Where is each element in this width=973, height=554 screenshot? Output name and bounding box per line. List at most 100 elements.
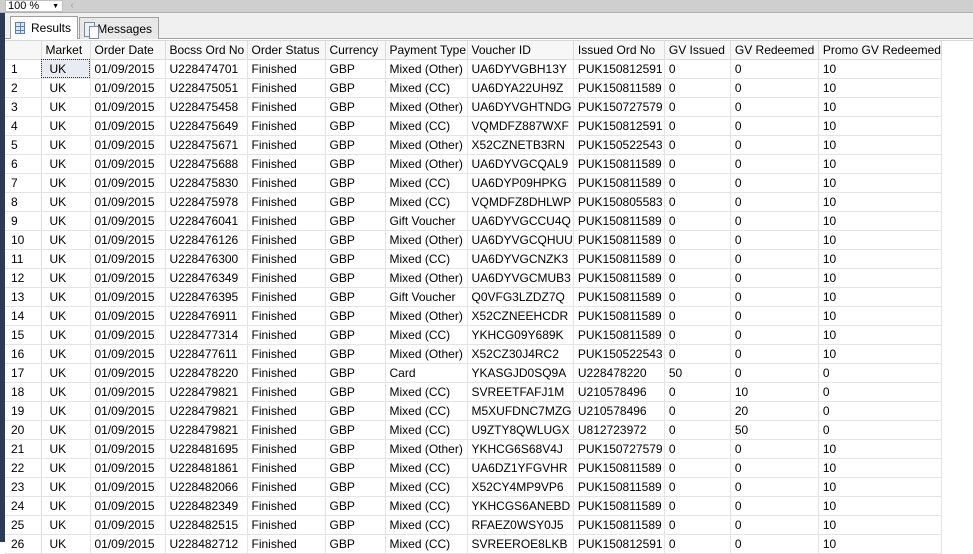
cell-issued-ord-no[interactable]: PUK150811589 [573,306,665,326]
table-row[interactable]: 9 UK 01/09/2015 U228476041 Finished GBP Gift V… [5,211,942,231]
cell-promo-gv-redeemed[interactable]: 10 [818,135,942,155]
cell-currency[interactable]: GBP [325,534,386,554]
column-header-bocss-ord-no[interactable]: Bocss Ord No [165,41,248,60]
cell-currency[interactable]: GBP [325,515,386,535]
cell-payment-type[interactable]: Mixed (Other) [385,306,468,326]
cell-gv-redeemed[interactable]: 0 [730,439,819,459]
cell-gv-issued[interactable]: 0 [664,173,731,193]
cell-order-status[interactable]: Finished [247,173,326,193]
column-header-promo-gv-redeemed[interactable]: Promo GV Redeemed [818,41,942,60]
cell-bocss-ord-no[interactable]: U228475688 [165,154,248,174]
cell-order-status[interactable]: Finished [247,515,326,535]
row-number[interactable]: 15 [5,325,42,345]
row-number[interactable]: 19 [5,401,42,421]
cell-order-date[interactable]: 01/09/2015 [90,192,166,212]
cell-gv-redeemed[interactable]: 0 [730,268,819,288]
cell-bocss-ord-no[interactable]: U228482066 [165,477,248,497]
table-row[interactable]: 7 UK 01/09/2015 U228475830 Finished GBP Mixed … [5,173,942,193]
cell-issued-ord-no[interactable]: PUK150811589 [573,287,665,307]
row-number[interactable]: 3 [5,97,42,117]
cell-payment-type[interactable]: Mixed (CC) [385,382,468,402]
cell-order-status[interactable]: Finished [247,420,326,440]
cell-bocss-ord-no[interactable]: U228476300 [165,249,248,269]
cell-payment-type[interactable]: Mixed (Other) [385,230,468,250]
cell-order-status[interactable]: Finished [247,363,326,383]
cell-gv-issued[interactable]: 0 [664,135,731,155]
cell-payment-type[interactable]: Mixed (CC) [385,496,468,516]
cell-order-status[interactable]: Finished [247,439,326,459]
cell-issued-ord-no[interactable]: PUK150805583 [573,192,665,212]
cell-gv-issued[interactable]: 0 [664,534,731,554]
cell-bocss-ord-no[interactable]: U228482515 [165,515,248,535]
cell-order-date[interactable]: 01/09/2015 [90,439,166,459]
row-number[interactable]: 16 [5,344,42,364]
cell-currency[interactable]: GBP [325,154,386,174]
table-row[interactable]: 10 UK 01/09/2015 U228476126 Finished GBP Mixed… [5,230,942,250]
cell-order-status[interactable]: Finished [247,230,326,250]
cell-currency[interactable]: GBP [325,325,386,345]
cell-promo-gv-redeemed[interactable]: 10 [818,477,942,497]
cell-market[interactable]: UK [41,59,91,79]
cell-order-date[interactable]: 01/09/2015 [90,135,166,155]
cell-gv-redeemed[interactable]: 0 [730,97,819,117]
cell-bocss-ord-no[interactable]: U228481695 [165,439,248,459]
cell-issued-ord-no[interactable]: PUK150811589 [573,458,665,478]
cell-order-status[interactable]: Finished [247,382,326,402]
cell-currency[interactable]: GBP [325,192,386,212]
cell-order-date[interactable]: 01/09/2015 [90,59,166,79]
cell-market[interactable]: UK [41,325,91,345]
cell-gv-redeemed[interactable]: 0 [730,325,819,345]
cell-currency[interactable]: GBP [325,496,386,516]
cell-issued-ord-no[interactable]: U812723972 [573,420,665,440]
cell-currency[interactable]: GBP [325,211,386,231]
cell-voucher-id[interactable]: RFAEZ0WSY0J5 [467,515,574,535]
cell-order-status[interactable]: Finished [247,249,326,269]
cell-voucher-id[interactable]: UA6DYA22UH9Z [467,78,574,98]
cell-voucher-id[interactable]: SVREETFAFJ1M [467,382,574,402]
row-number[interactable]: 10 [5,230,42,250]
table-row[interactable]: 17 UK 01/09/2015 U228478220 Finished GBP Card Y… [5,363,942,383]
cell-voucher-id[interactable]: X52CZNEEHCDR [467,306,574,326]
cell-gv-redeemed[interactable]: 0 [730,116,819,136]
row-number[interactable]: 4 [5,116,42,136]
cell-market[interactable]: UK [41,287,91,307]
row-number[interactable]: 12 [5,268,42,288]
table-row[interactable]: 21 UK 01/09/2015 U228481695 Finished GBP Mixed… [5,439,942,459]
cell-market[interactable]: UK [41,230,91,250]
cell-issued-ord-no[interactable]: PUK150811589 [573,496,665,516]
column-header-payment-type[interactable]: Payment Type [385,41,468,60]
cell-order-date[interactable]: 01/09/2015 [90,477,166,497]
cell-order-date[interactable]: 01/09/2015 [90,173,166,193]
cell-promo-gv-redeemed[interactable]: 10 [818,192,942,212]
cell-market[interactable]: UK [41,477,91,497]
cell-market[interactable]: UK [41,363,91,383]
cell-payment-type[interactable]: Gift Voucher [385,287,468,307]
cell-issued-ord-no[interactable]: PUK150727579 [573,97,665,117]
cell-gv-redeemed[interactable]: 0 [730,458,819,478]
cell-payment-type[interactable]: Mixed (Other) [385,439,468,459]
cell-order-date[interactable]: 01/09/2015 [90,325,166,345]
row-number[interactable]: 24 [5,496,42,516]
cell-gv-redeemed[interactable]: 0 [730,477,819,497]
cell-bocss-ord-no[interactable]: U228476126 [165,230,248,250]
cell-market[interactable]: UK [41,496,91,516]
row-number[interactable]: 17 [5,363,42,383]
cell-issued-ord-no[interactable]: PUK150811589 [573,268,665,288]
cell-currency[interactable]: GBP [325,59,386,79]
cell-promo-gv-redeemed[interactable]: 10 [818,306,942,326]
cell-currency[interactable]: GBP [325,78,386,98]
cell-order-date[interactable]: 01/09/2015 [90,382,166,402]
row-number[interactable]: 1 [5,59,42,79]
cell-payment-type[interactable]: Mixed (CC) [385,401,468,421]
cell-market[interactable]: UK [41,382,91,402]
cell-bocss-ord-no[interactable]: U228479821 [165,401,248,421]
cell-payment-type[interactable]: Mixed (Other) [385,59,468,79]
table-row[interactable]: 24 UK 01/09/2015 U228482349 Finished GBP Mixed… [5,496,942,516]
cell-bocss-ord-no[interactable]: U228476041 [165,211,248,231]
cell-order-status[interactable]: Finished [247,496,326,516]
cell-voucher-id[interactable]: UA6DZ1YFGVHR [467,458,574,478]
cell-voucher-id[interactable]: U9ZTY8QWLUGX [467,420,574,440]
cell-voucher-id[interactable]: UA6DYVGCCU4Q [467,211,574,231]
cell-gv-redeemed[interactable]: 0 [730,230,819,250]
cell-order-date[interactable]: 01/09/2015 [90,420,166,440]
